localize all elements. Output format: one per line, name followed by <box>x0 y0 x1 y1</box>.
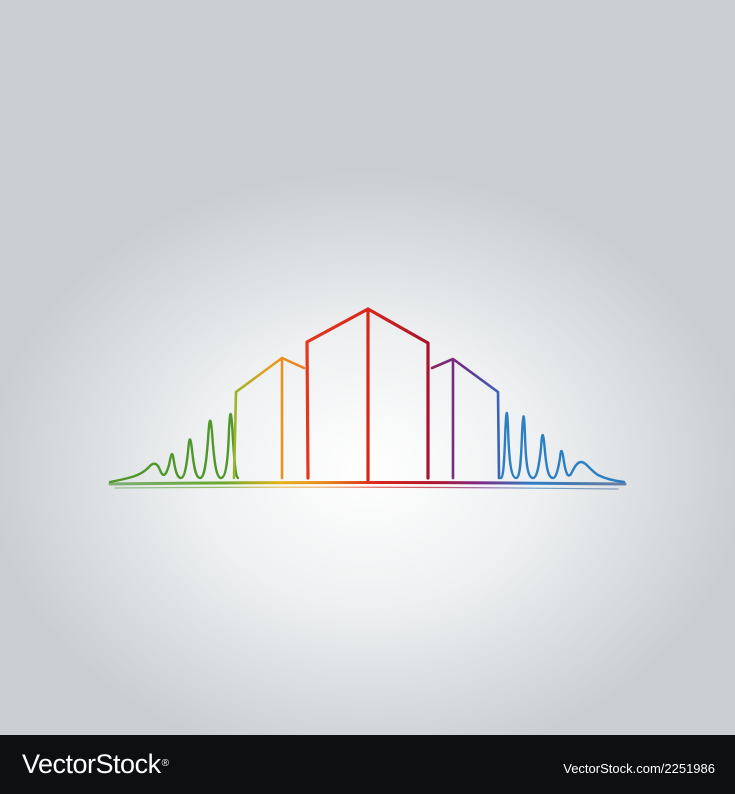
watermark-bar: VectorStock® VectorStock.com/2251986 <box>0 735 735 794</box>
ground-line-thin <box>114 486 619 490</box>
skyline-logo <box>108 307 627 490</box>
left-building <box>232 356 306 480</box>
right-trees <box>499 411 626 484</box>
brand-text: VectorStock <box>22 749 161 779</box>
trademark-symbol: ® <box>161 758 169 769</box>
right-building <box>430 357 501 480</box>
illustration-canvas <box>0 0 735 735</box>
stock-image-id: VectorStock.com/2251986 <box>563 761 715 776</box>
vectorstock-logo: VectorStock® <box>22 749 169 779</box>
center-building <box>305 307 430 482</box>
ground-line <box>108 481 627 486</box>
left-trees <box>108 413 240 484</box>
